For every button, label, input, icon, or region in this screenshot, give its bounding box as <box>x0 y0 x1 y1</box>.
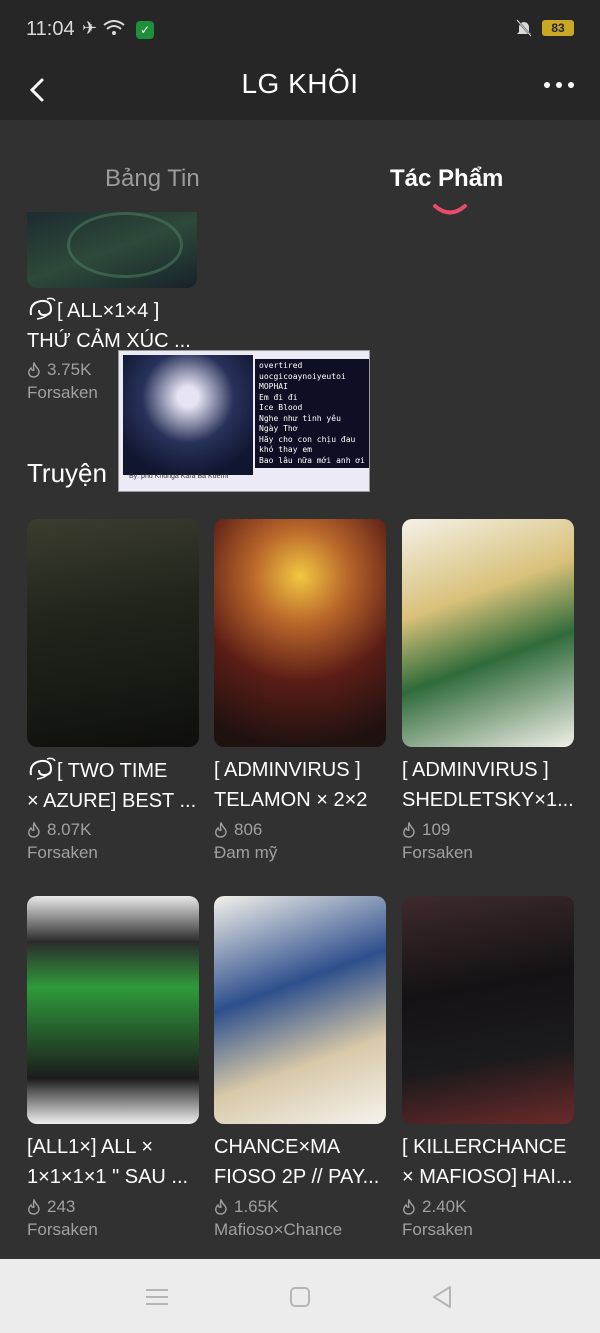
story-tag: Forsaken <box>27 1220 98 1239</box>
story-cover[interactable] <box>402 519 574 747</box>
story-title: [ ALL×1×4 ] THỨ CẢM XÚC ... <box>27 295 199 355</box>
fire-icon <box>403 1199 415 1215</box>
story-views: 243 <box>27 1194 199 1220</box>
story-views: 806 <box>214 817 386 843</box>
app-header: LG KHÔI <box>0 60 600 120</box>
story-card[interactable]: [ KILLERCHANCE × MAFIOSO] HAI... 2.40K F… <box>402 1132 574 1240</box>
page-title: LG KHÔI <box>241 68 359 99</box>
section-label: Truyện <box>27 458 107 488</box>
mute-icon <box>516 19 532 37</box>
story-title: [ TWO TIME × AZURE] BEST ... <box>27 755 199 815</box>
floating-image-overlay[interactable]: overtired uocgicoaynoiyeutoi MOPHAI Em đ… <box>118 350 370 492</box>
app-notification-icon: ✓ <box>136 21 155 39</box>
tab-tac-pham[interactable]: Tác Phẩm <box>390 165 503 193</box>
status-bar: 11:04 ✈ ✓ 83 <box>0 0 600 60</box>
fire-icon <box>215 822 227 838</box>
story-tag: Forsaken <box>402 843 473 862</box>
back-nav-icon[interactable] <box>430 1284 456 1310</box>
story-views: 1.65K <box>214 1194 386 1220</box>
story-title: [ALL1×] ALL × 1×1×1×1 " SAU ... <box>27 1136 189 1188</box>
overlay-lyrics: overtired uocgicoaynoiyeutoi MOPHAI Em đ… <box>255 359 369 468</box>
story-views: 8.07K <box>27 817 199 843</box>
story-title: CHANCE×MA FIOSO 2P // PAY... <box>214 1136 380 1188</box>
more-options-icon[interactable] <box>544 82 574 88</box>
fire-icon <box>403 822 415 838</box>
story-tag: Mafioso×Chance <box>214 1220 343 1239</box>
story-cover[interactable] <box>27 519 199 747</box>
battery-indicator: 83 <box>542 20 574 36</box>
story-tag: Đam mỹ <box>214 843 278 862</box>
wifi-icon <box>103 20 125 35</box>
story-title: [ ADMINVIRUS ] TELAMON × 2×2 <box>214 759 368 811</box>
menu-nav-icon[interactable] <box>144 1284 170 1310</box>
swirl-decoration-icon <box>29 297 56 320</box>
story-title: [ ADMINVIRUS ] SHEDLETSKY×1... <box>402 759 574 811</box>
airplane-icon: ✈ <box>82 18 104 38</box>
story-views: 109 <box>402 817 574 843</box>
swirl-decoration-icon <box>29 757 56 780</box>
status-right: 83 <box>516 19 574 37</box>
story-cover[interactable] <box>27 896 199 1124</box>
fire-icon <box>28 362 40 378</box>
story-tag: Forsaken <box>402 1220 473 1239</box>
story-cover-partial[interactable] <box>27 212 197 288</box>
story-cover[interactable] <box>214 896 386 1124</box>
story-views: 2.40K <box>402 1194 574 1220</box>
system-nav-bar <box>0 1259 600 1333</box>
story-card[interactable]: [ALL1×] ALL × 1×1×1×1 " SAU ... 243 Fors… <box>27 1132 199 1240</box>
status-icons: ✈ ✓ <box>82 18 155 39</box>
status-time: 11:04 <box>26 18 75 40</box>
tab-bang-tin[interactable]: Bảng Tin <box>105 165 200 193</box>
story-cover[interactable] <box>402 896 574 1124</box>
story-card[interactable]: [ ADMINVIRUS ] SHEDLETSKY×1... 109 Forsa… <box>402 755 574 863</box>
story-title: [ KILLERCHANCE × MAFIOSO] HAI... <box>402 1136 573 1188</box>
overlay-caption: By: phu Khunga Kara Ba Kuerni <box>129 473 229 480</box>
story-tag: Forsaken <box>27 843 98 862</box>
fire-icon <box>215 1199 227 1215</box>
home-nav-icon[interactable] <box>287 1284 313 1310</box>
fire-icon <box>28 822 40 838</box>
profile-tabs: Bảng Tin Tác Phẩm <box>0 120 600 215</box>
story-card[interactable]: [ TWO TIME × AZURE] BEST ... 8.07K Forsa… <box>27 755 199 863</box>
story-card[interactable]: CHANCE×MA FIOSO 2P // PAY... 1.65K Mafio… <box>214 1132 386 1240</box>
story-cover[interactable] <box>214 519 386 747</box>
story-card[interactable]: [ ADMINVIRUS ] TELAMON × 2×2 806 Đam mỹ <box>214 755 386 863</box>
active-tab-indicator <box>433 204 467 215</box>
fire-icon <box>28 1199 40 1215</box>
overlay-artwork <box>123 355 253 475</box>
